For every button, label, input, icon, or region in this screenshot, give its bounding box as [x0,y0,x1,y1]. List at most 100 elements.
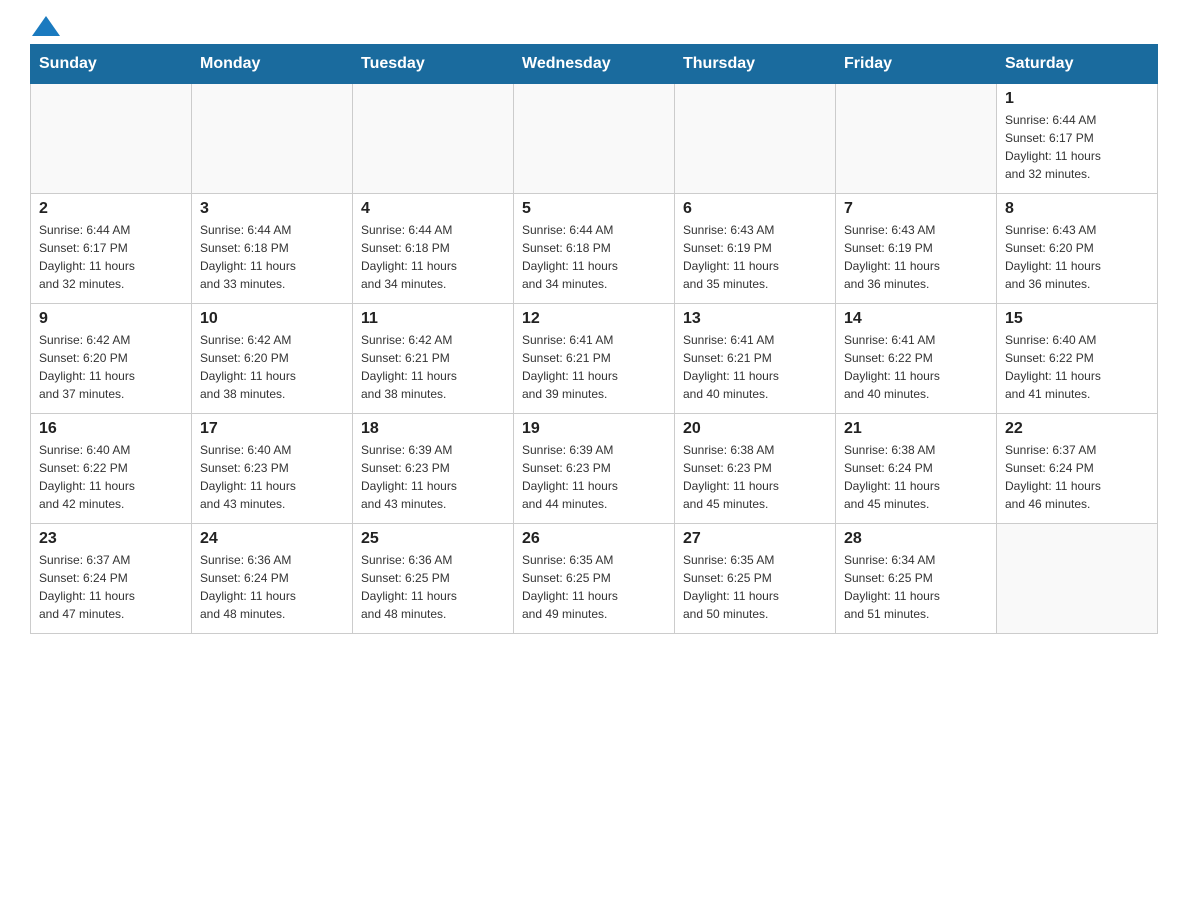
day-number: 8 [1005,200,1149,218]
weekday-header-row: SundayMondayTuesdayWednesdayThursdayFrid… [31,45,1158,84]
calendar-cell [675,84,836,194]
day-number: 1 [1005,90,1149,108]
day-number: 23 [39,530,183,548]
weekday-header-friday: Friday [836,45,997,84]
calendar-header: SundayMondayTuesdayWednesdayThursdayFrid… [31,45,1158,84]
day-info: Sunrise: 6:41 AM Sunset: 6:22 PM Dayligh… [844,331,988,403]
calendar-cell: 19 Sunrise: 6:39 AM Sunset: 6:23 PM Dayli… [514,414,675,524]
day-number: 11 [361,310,505,328]
calendar-cell: 17 Sunrise: 6:40 AM Sunset: 6:23 PM Dayli… [192,414,353,524]
calendar-cell: 10 Sunrise: 6:42 AM Sunset: 6:20 PM Dayli… [192,304,353,414]
calendar-cell [192,84,353,194]
day-info: Sunrise: 6:41 AM Sunset: 6:21 PM Dayligh… [683,331,827,403]
day-info: Sunrise: 6:44 AM Sunset: 6:18 PM Dayligh… [522,221,666,293]
weekday-header-thursday: Thursday [675,45,836,84]
calendar-cell: 5 Sunrise: 6:44 AM Sunset: 6:18 PM Daylig… [514,194,675,304]
calendar-cell [514,84,675,194]
calendar-cell: 16 Sunrise: 6:40 AM Sunset: 6:22 PM Dayli… [31,414,192,524]
logo [30,20,60,34]
day-info: Sunrise: 6:34 AM Sunset: 6:25 PM Dayligh… [844,551,988,623]
day-number: 5 [522,200,666,218]
calendar-cell: 4 Sunrise: 6:44 AM Sunset: 6:18 PM Daylig… [353,194,514,304]
calendar-cell: 18 Sunrise: 6:39 AM Sunset: 6:23 PM Dayli… [353,414,514,524]
day-number: 14 [844,310,988,328]
day-number: 27 [683,530,827,548]
weekday-header-tuesday: Tuesday [353,45,514,84]
day-info: Sunrise: 6:44 AM Sunset: 6:18 PM Dayligh… [361,221,505,293]
day-number: 22 [1005,420,1149,438]
day-info: Sunrise: 6:37 AM Sunset: 6:24 PM Dayligh… [39,551,183,623]
day-info: Sunrise: 6:36 AM Sunset: 6:25 PM Dayligh… [361,551,505,623]
day-info: Sunrise: 6:38 AM Sunset: 6:23 PM Dayligh… [683,441,827,513]
weekday-header-wednesday: Wednesday [514,45,675,84]
day-info: Sunrise: 6:44 AM Sunset: 6:17 PM Dayligh… [1005,111,1149,183]
calendar-cell: 2Sunrise: 6:44 AM Sunset: 6:17 PM Daylig… [31,194,192,304]
calendar-cell: 24 Sunrise: 6:36 AM Sunset: 6:24 PM Dayli… [192,524,353,634]
calendar-cell: 15 Sunrise: 6:40 AM Sunset: 6:22 PM Dayli… [997,304,1158,414]
day-number: 17 [200,420,344,438]
day-number: 19 [522,420,666,438]
calendar-cell: 23 Sunrise: 6:37 AM Sunset: 6:24 PM Dayli… [31,524,192,634]
day-number: 13 [683,310,827,328]
day-info: Sunrise: 6:37 AM Sunset: 6:24 PM Dayligh… [1005,441,1149,513]
day-info: Sunrise: 6:36 AM Sunset: 6:24 PM Dayligh… [200,551,344,623]
day-number: 16 [39,420,183,438]
logo-top [30,20,60,36]
day-info: Sunrise: 6:44 AM Sunset: 6:18 PM Dayligh… [200,221,344,293]
calendar-week-row: 23 Sunrise: 6:37 AM Sunset: 6:24 PM Dayli… [31,524,1158,634]
calendar-cell [997,524,1158,634]
calendar-cell: 14 Sunrise: 6:41 AM Sunset: 6:22 PM Dayli… [836,304,997,414]
calendar-cell: 9 Sunrise: 6:42 AM Sunset: 6:20 PM Daylig… [31,304,192,414]
calendar-cell: 28 Sunrise: 6:34 AM Sunset: 6:25 PM Dayli… [836,524,997,634]
day-info: Sunrise: 6:43 AM Sunset: 6:19 PM Dayligh… [844,221,988,293]
day-info: Sunrise: 6:35 AM Sunset: 6:25 PM Dayligh… [522,551,666,623]
day-info: Sunrise: 6:39 AM Sunset: 6:23 PM Dayligh… [522,441,666,513]
page-header [30,20,1158,34]
day-info: Sunrise: 6:41 AM Sunset: 6:21 PM Dayligh… [522,331,666,403]
calendar-week-row: 9 Sunrise: 6:42 AM Sunset: 6:20 PM Daylig… [31,304,1158,414]
calendar-cell: 21Sunrise: 6:38 AM Sunset: 6:24 PM Dayli… [836,414,997,524]
calendar-cell: 27 Sunrise: 6:35 AM Sunset: 6:25 PM Dayli… [675,524,836,634]
logo-triangle-icon [32,16,60,36]
day-info: Sunrise: 6:40 AM Sunset: 6:23 PM Dayligh… [200,441,344,513]
day-info: Sunrise: 6:40 AM Sunset: 6:22 PM Dayligh… [1005,331,1149,403]
day-number: 26 [522,530,666,548]
calendar-cell: 11 Sunrise: 6:42 AM Sunset: 6:21 PM Dayli… [353,304,514,414]
weekday-header-monday: Monday [192,45,353,84]
calendar-table: SundayMondayTuesdayWednesdayThursdayFrid… [30,44,1158,634]
day-info: Sunrise: 6:43 AM Sunset: 6:19 PM Dayligh… [683,221,827,293]
calendar-cell: 7 Sunrise: 6:43 AM Sunset: 6:19 PM Daylig… [836,194,997,304]
calendar-cell: 6 Sunrise: 6:43 AM Sunset: 6:19 PM Daylig… [675,194,836,304]
day-info: Sunrise: 6:43 AM Sunset: 6:20 PM Dayligh… [1005,221,1149,293]
calendar-cell: 8 Sunrise: 6:43 AM Sunset: 6:20 PM Daylig… [997,194,1158,304]
day-info: Sunrise: 6:42 AM Sunset: 6:20 PM Dayligh… [200,331,344,403]
day-info: Sunrise: 6:35 AM Sunset: 6:25 PM Dayligh… [683,551,827,623]
calendar-cell: 12 Sunrise: 6:41 AM Sunset: 6:21 PM Dayli… [514,304,675,414]
day-number: 9 [39,310,183,328]
day-info: Sunrise: 6:39 AM Sunset: 6:23 PM Dayligh… [361,441,505,513]
day-number: 12 [522,310,666,328]
calendar-cell: 22 Sunrise: 6:37 AM Sunset: 6:24 PM Dayli… [997,414,1158,524]
day-number: 10 [200,310,344,328]
weekday-header-sunday: Sunday [31,45,192,84]
calendar-cell: 3Sunrise: 6:44 AM Sunset: 6:18 PM Daylig… [192,194,353,304]
day-number: 28 [844,530,988,548]
weekday-header-saturday: Saturday [997,45,1158,84]
calendar-cell: 26 Sunrise: 6:35 AM Sunset: 6:25 PM Dayli… [514,524,675,634]
day-info: Sunrise: 6:40 AM Sunset: 6:22 PM Dayligh… [39,441,183,513]
day-number: 21 [844,420,988,438]
day-info: Sunrise: 6:44 AM Sunset: 6:17 PM Dayligh… [39,221,183,293]
calendar-week-row: 1 Sunrise: 6:44 AM Sunset: 6:17 PM Daylig… [31,84,1158,194]
day-number: 4 [361,200,505,218]
day-number: 24 [200,530,344,548]
day-number: 7 [844,200,988,218]
day-info: Sunrise: 6:42 AM Sunset: 6:21 PM Dayligh… [361,331,505,403]
day-number: 15 [1005,310,1149,328]
calendar-week-row: 2Sunrise: 6:44 AM Sunset: 6:17 PM Daylig… [31,194,1158,304]
day-info: Sunrise: 6:42 AM Sunset: 6:20 PM Dayligh… [39,331,183,403]
day-number: 6 [683,200,827,218]
calendar-cell: 20Sunrise: 6:38 AM Sunset: 6:23 PM Dayli… [675,414,836,524]
day-number: 18 [361,420,505,438]
calendar-cell: 25Sunrise: 6:36 AM Sunset: 6:25 PM Dayli… [353,524,514,634]
calendar-cell: 13 Sunrise: 6:41 AM Sunset: 6:21 PM Dayli… [675,304,836,414]
